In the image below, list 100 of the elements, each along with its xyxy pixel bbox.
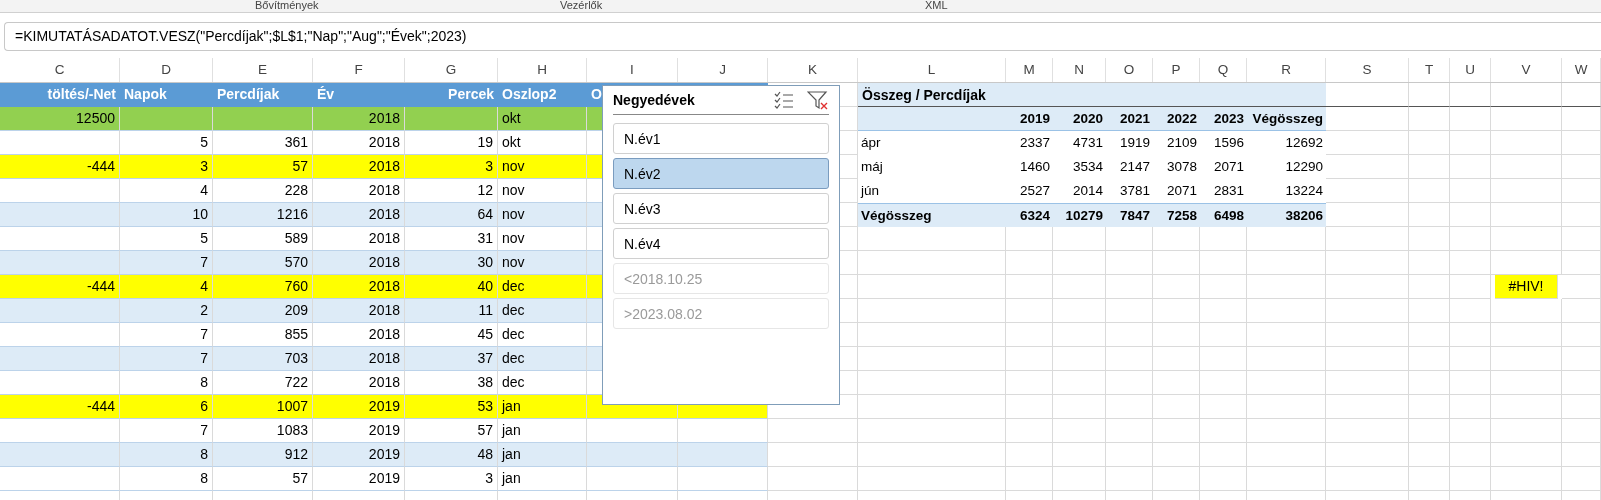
empty-cell[interactable]: [1106, 323, 1153, 347]
empty-cell[interactable]: [1491, 299, 1562, 323]
empty-cell[interactable]: [1053, 467, 1106, 491]
empty-cell[interactable]: [1053, 323, 1106, 347]
empty-cell[interactable]: [1409, 227, 1450, 251]
empty-cell[interactable]: [1153, 275, 1200, 299]
empty-cell[interactable]: [1562, 467, 1601, 491]
empty-cell[interactable]: [1053, 443, 1106, 467]
empty-cell[interactable]: [1247, 467, 1326, 491]
empty-cell[interactable]: [1491, 83, 1562, 107]
empty-cell[interactable]: [1450, 275, 1491, 299]
empty-cell[interactable]: [1053, 251, 1106, 275]
empty-cell[interactable]: [1491, 419, 1562, 443]
multi-select-icon[interactable]: [773, 91, 795, 109]
empty-cell[interactable]: [1106, 395, 1153, 419]
slicer-item[interactable]: N.év4: [613, 228, 829, 259]
empty-cell[interactable]: [1562, 131, 1601, 155]
column-header[interactable]: G: [405, 58, 498, 82]
empty-cell[interactable]: [1153, 371, 1200, 395]
empty-cell[interactable]: [1106, 227, 1153, 251]
empty-cell[interactable]: [1200, 395, 1247, 419]
empty-cell[interactable]: [858, 419, 1006, 443]
empty-cell[interactable]: [1326, 347, 1409, 371]
column-header[interactable]: K: [768, 58, 858, 82]
column-header[interactable]: D: [120, 58, 213, 82]
formula-field[interactable]: =KIMUTATÁSADATOT.VESZ("Percdíjak";$L$1;"Nap";"Aug";"Évek";2023): [4, 22, 1601, 51]
empty-cell[interactable]: [1326, 371, 1409, 395]
empty-cell[interactable]: [1409, 443, 1450, 467]
slicer-item[interactable]: N.év1: [613, 123, 829, 154]
empty-cell[interactable]: [1409, 419, 1450, 443]
column-header[interactable]: S: [1326, 58, 1409, 82]
empty-cell[interactable]: [1153, 467, 1200, 491]
empty-cell[interactable]: [1200, 275, 1247, 299]
clear-filter-icon[interactable]: [807, 90, 829, 110]
empty-cell[interactable]: [1053, 227, 1106, 251]
empty-cell[interactable]: [1326, 275, 1409, 299]
empty-cell[interactable]: [1562, 371, 1601, 395]
empty-cell[interactable]: [1153, 443, 1200, 467]
empty-cell[interactable]: [1153, 347, 1200, 371]
column-header[interactable]: O: [1106, 58, 1153, 82]
column-header[interactable]: U: [1450, 58, 1491, 82]
empty-cell[interactable]: [1409, 395, 1450, 419]
empty-cell[interactable]: [1200, 419, 1247, 443]
empty-cell[interactable]: [1200, 323, 1247, 347]
empty-cell[interactable]: [1247, 275, 1326, 299]
empty-cell[interactable]: [1200, 467, 1247, 491]
empty-cell[interactable]: [1450, 107, 1491, 131]
empty-cell[interactable]: [1200, 347, 1247, 371]
empty-cell[interactable]: [1450, 347, 1491, 371]
empty-cell[interactable]: [1106, 443, 1153, 467]
empty-cell[interactable]: [1326, 323, 1409, 347]
empty-cell[interactable]: [1247, 419, 1326, 443]
empty-cell[interactable]: [1106, 299, 1153, 323]
empty-cell[interactable]: [1326, 443, 1409, 467]
empty-cell[interactable]: [1200, 443, 1247, 467]
column-header[interactable]: H: [498, 58, 587, 82]
empty-cell[interactable]: [1106, 275, 1153, 299]
empty-cell[interactable]: [1006, 299, 1053, 323]
empty-cell[interactable]: [1450, 371, 1491, 395]
empty-cell[interactable]: [1326, 395, 1409, 419]
empty-cell[interactable]: [858, 443, 1006, 467]
empty-cell[interactable]: [1450, 467, 1491, 491]
slicer-item[interactable]: N.év3: [613, 193, 829, 224]
empty-cell[interactable]: [1409, 299, 1450, 323]
empty-cell[interactable]: [1247, 299, 1326, 323]
empty-cell[interactable]: [1053, 419, 1106, 443]
column-header[interactable]: P: [1153, 58, 1200, 82]
empty-cell[interactable]: [1153, 251, 1200, 275]
empty-cell[interactable]: [1200, 299, 1247, 323]
column-header[interactable]: E: [213, 58, 313, 82]
empty-cell[interactable]: [858, 323, 1006, 347]
empty-cell[interactable]: [1562, 227, 1601, 251]
empty-cell[interactable]: [1326, 419, 1409, 443]
empty-cell[interactable]: [1491, 131, 1562, 155]
empty-cell[interactable]: [1200, 227, 1247, 251]
empty-cell[interactable]: [1200, 251, 1247, 275]
empty-cell[interactable]: [1562, 155, 1601, 179]
empty-cell[interactable]: [1006, 395, 1053, 419]
empty-cell[interactable]: [1247, 395, 1326, 419]
empty-cell[interactable]: [858, 371, 1006, 395]
empty-cell[interactable]: [858, 347, 1006, 371]
empty-cell[interactable]: [858, 251, 1006, 275]
empty-cell[interactable]: [1450, 323, 1491, 347]
empty-cell[interactable]: [1409, 251, 1450, 275]
empty-cell[interactable]: [1450, 251, 1491, 275]
empty-cell[interactable]: [1409, 371, 1450, 395]
empty-cell[interactable]: [1247, 371, 1326, 395]
empty-cell[interactable]: [1247, 251, 1326, 275]
column-header[interactable]: R: [1247, 58, 1326, 82]
empty-cell[interactable]: [1562, 83, 1601, 107]
empty-cell[interactable]: [1562, 251, 1601, 275]
empty-cell[interactable]: [1153, 419, 1200, 443]
empty-cell[interactable]: [1409, 323, 1450, 347]
empty-cell[interactable]: [1053, 299, 1106, 323]
empty-cell[interactable]: [858, 275, 1006, 299]
empty-cell[interactable]: [1006, 419, 1053, 443]
column-header[interactable]: Q: [1200, 58, 1247, 82]
empty-cell[interactable]: [1562, 347, 1601, 371]
empty-cell[interactable]: [1409, 467, 1450, 491]
column-header[interactable]: C: [0, 58, 120, 82]
